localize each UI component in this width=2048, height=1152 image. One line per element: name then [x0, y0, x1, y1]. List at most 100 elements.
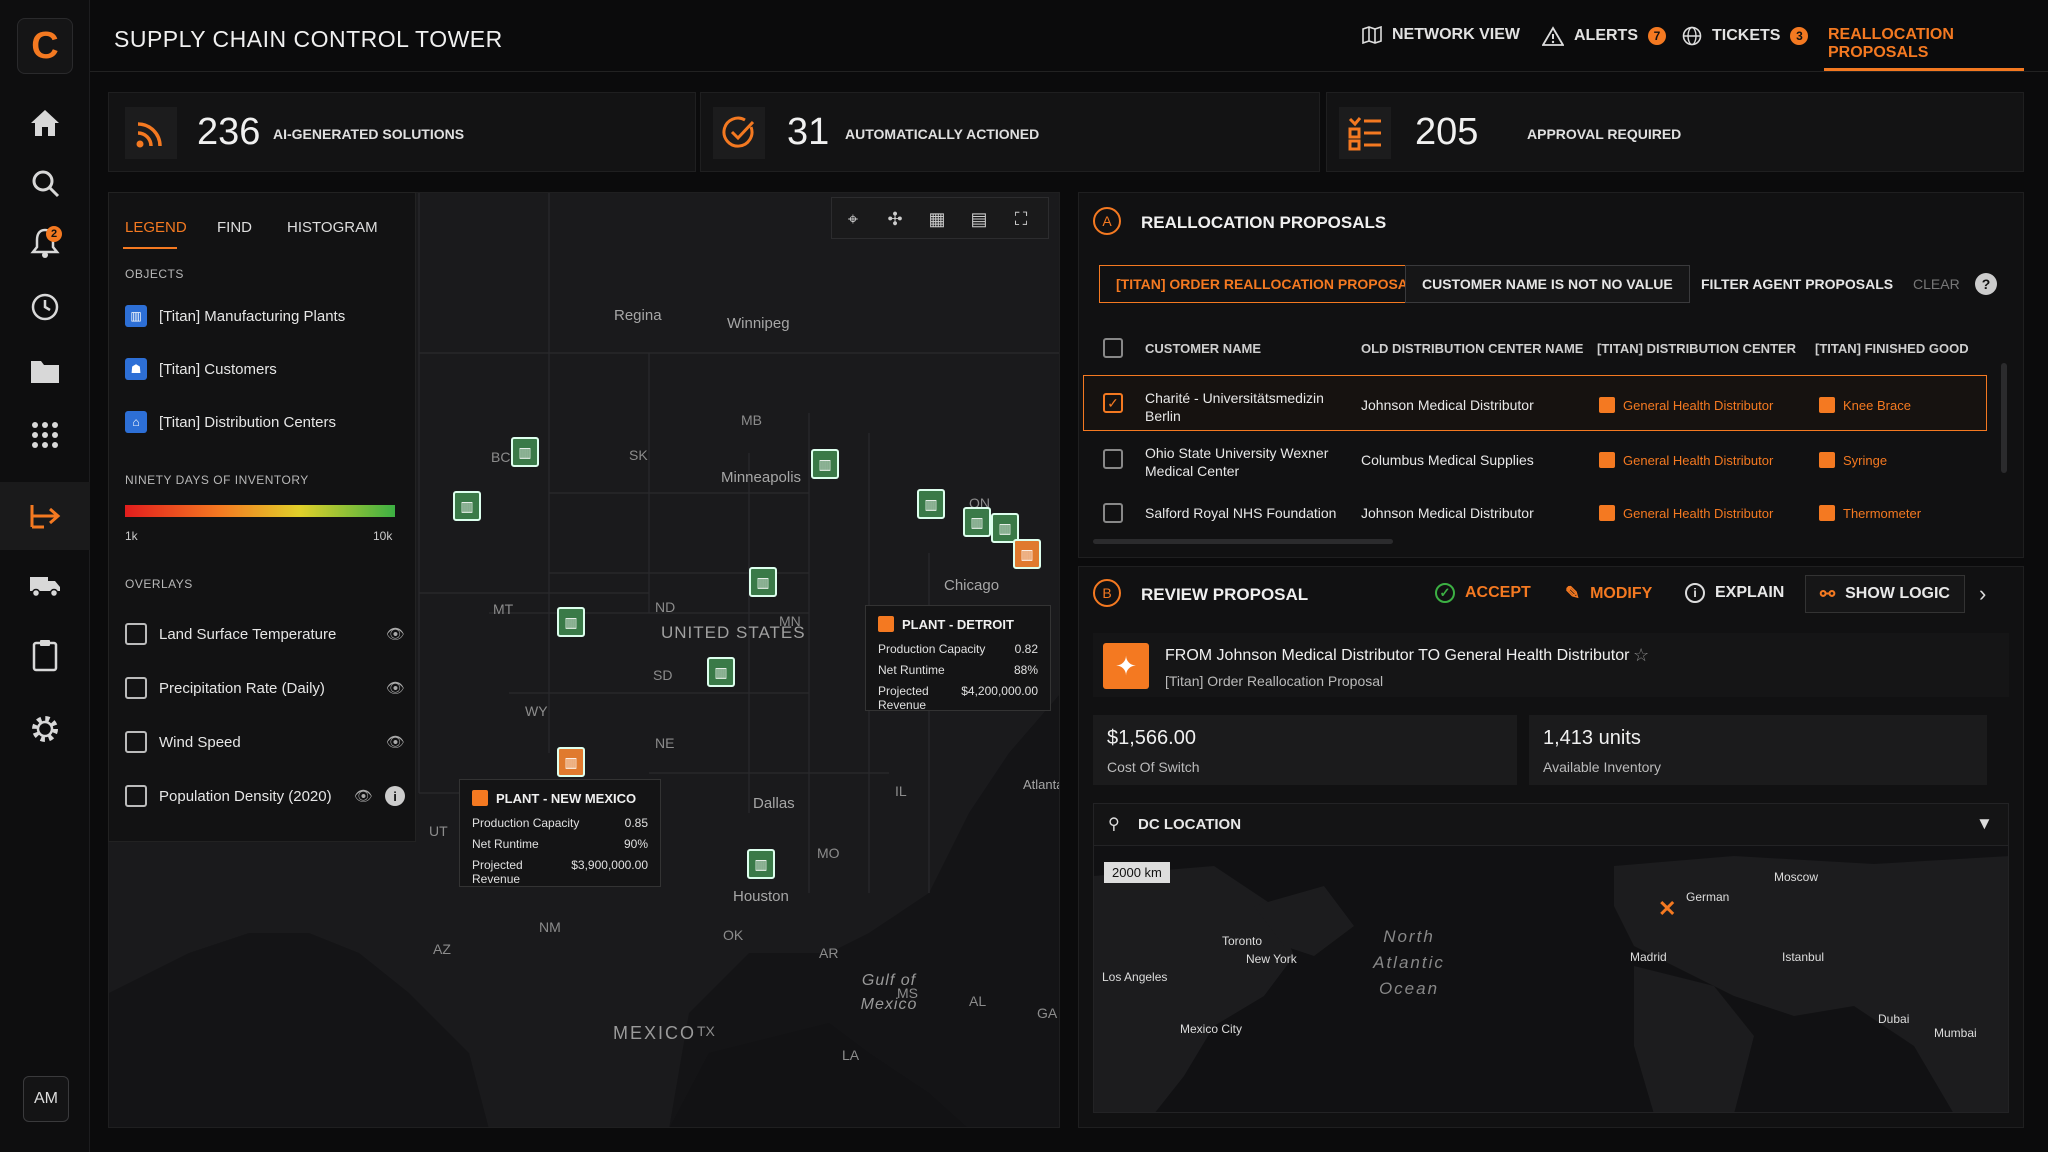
ocean-label: North Atlantic Ocean [1373, 927, 1445, 998]
plant-map-pin[interactable]: ▥ [811, 449, 839, 479]
clipboard-icon[interactable] [20, 630, 70, 680]
help-icon[interactable]: ? [1975, 273, 1997, 295]
plant-map-pin-alert[interactable]: ▥ [557, 747, 585, 777]
fullscreen-icon[interactable]: ⛶ [1000, 198, 1042, 240]
cell-good-link[interactable]: Knee Brace [1819, 397, 1911, 413]
horizontal-scrollbar[interactable] [1093, 539, 1393, 544]
cost-of-switch-card: $1,566.00 Cost Of Switch [1093, 715, 1517, 785]
visibility-eye-icon[interactable]: 👁 [386, 733, 405, 751]
cell-good-link[interactable]: Syringe [1819, 452, 1887, 468]
inventory-section-title: NINETY DAYS OF INVENTORY [125, 473, 309, 487]
plant-map-pin[interactable]: ▥ [963, 507, 991, 537]
nav-alerts[interactable]: ALERTS 7 [1542, 26, 1666, 46]
search-icon[interactable] [20, 158, 70, 208]
plant-map-pin-alert[interactable]: ▥ [1013, 539, 1041, 569]
rss-feed-icon [125, 107, 177, 159]
popup-value: 0.82 [1014, 642, 1038, 656]
app-logo[interactable]: C [17, 18, 73, 74]
notifications-bell-icon[interactable]: 2 [20, 218, 70, 268]
explain-button[interactable]: i EXPLAIN [1685, 583, 1784, 603]
legend-object-customers[interactable]: ☗ [Titan] Customers [125, 358, 277, 380]
column-header[interactable]: [TITAN] FINISHED GOOD [1815, 341, 1969, 356]
nav-network-view[interactable]: NETWORK VIEW [1362, 26, 1520, 44]
map-label: MT [493, 601, 514, 617]
visibility-eye-icon[interactable]: 👁 [386, 625, 405, 643]
plant-map-pin[interactable]: ▥ [557, 607, 585, 637]
tab-find[interactable]: FIND [217, 219, 252, 236]
vertical-scrollbar[interactable] [2001, 363, 2007, 473]
overlay-precipitation[interactable]: Precipitation Rate (Daily) 👁 [125, 677, 405, 699]
settings-gear-icon[interactable] [20, 704, 70, 754]
visibility-eye-icon[interactable]: 👁 [386, 679, 405, 697]
plant-map-pin[interactable]: ▥ [453, 491, 481, 521]
dc-location-marker-icon[interactable]: ✕ [1658, 896, 1676, 922]
place-label: Madrid [1630, 950, 1667, 964]
legend-object-plants[interactable]: ▥ [Titan] Manufacturing Plants [125, 305, 345, 327]
cell-dc-link[interactable]: General Health Distributor [1599, 452, 1773, 468]
crosshair-icon[interactable]: ⌖ [832, 198, 874, 240]
kpi-value: 205 [1415, 111, 1479, 153]
modify-button[interactable]: ✎ MODIFY [1565, 583, 1652, 604]
dc-location-map[interactable]: ⚲ DC LOCATION ▼ 2000 km North Atlantic O… [1093, 803, 2009, 1113]
history-icon[interactable] [20, 282, 70, 332]
plant-detroit-popup: PLANT - DETROIT Production Capacity 0.82 … [865, 605, 1051, 712]
layers-icon[interactable]: ▦ [916, 198, 958, 240]
chevron-right-icon[interactable]: › [1979, 581, 1986, 607]
plant-map-pin[interactable]: ▥ [747, 849, 775, 879]
tab-legend[interactable]: LEGEND [125, 219, 187, 236]
home-icon[interactable] [20, 98, 70, 148]
tab-histogram[interactable]: HISTOGRAM [287, 219, 378, 236]
plant-map-pin[interactable]: ▥ [707, 657, 735, 687]
section-a-icon: A [1093, 207, 1121, 235]
visibility-eye-off-icon[interactable]: 👁 [354, 787, 373, 805]
warehouse-icon: ⌂ [125, 411, 147, 433]
filter-funnel-icon[interactable]: ▼ [1976, 814, 1993, 834]
pencil-icon: ✎ [1565, 583, 1581, 603]
column-header[interactable]: OLD DISTRIBUTION CENTER NAME [1361, 341, 1583, 356]
plant-map-pin[interactable]: ▥ [511, 437, 539, 467]
cell-dc-link[interactable]: General Health Distributor [1599, 397, 1773, 413]
accept-button[interactable]: ✓ ACCEPT [1435, 583, 1531, 603]
show-logic-button[interactable]: ⚯ SHOW LOGIC [1805, 575, 1965, 613]
truck-icon[interactable] [20, 560, 70, 610]
overlay-label: Population Density (2020) [159, 787, 332, 805]
reallocation-flow-icon[interactable] [20, 491, 70, 541]
clear-button[interactable]: CLEAR [1913, 276, 1960, 292]
plant-map-pin[interactable]: ▥ [917, 489, 945, 519]
user-avatar[interactable]: AM [23, 1076, 69, 1122]
select-all-checkbox[interactable] [1103, 338, 1123, 358]
overlay-wind-speed[interactable]: Wind Speed 👁 [125, 731, 405, 753]
map-label: NE [655, 735, 675, 751]
row-checkbox[interactable]: ✓ [1103, 393, 1123, 413]
plant-icon [472, 790, 488, 806]
folder-icon[interactable] [20, 346, 70, 396]
info-icon[interactable]: i [385, 786, 405, 806]
review-title: REVIEW PROPOSAL [1141, 585, 1309, 604]
plant-map-pin[interactable]: ▥ [749, 567, 777, 597]
cell-dc-link[interactable]: General Health Distributor [1599, 505, 1773, 521]
kpi-label: AUTOMATICALLY ACTIONED [845, 126, 1040, 142]
globe-icon [1682, 26, 1702, 46]
filter-agent-proposals-button[interactable]: FILTER AGENT PROPOSALS [1685, 265, 1909, 303]
map-label: MO [817, 845, 840, 861]
legend-object-dcs[interactable]: ⌂ [Titan] Distribution Centers [125, 411, 336, 433]
overlay-population[interactable]: Population Density (2020) 👁 i [125, 785, 405, 807]
column-header[interactable]: CUSTOMER NAME [1145, 341, 1261, 356]
nav-reallocation-proposals[interactable]: REALLOCATION PROPOSALS [1828, 26, 2048, 62]
place-label: Moscow [1774, 870, 1819, 884]
fit-bounds-icon[interactable]: ✣ [874, 198, 916, 240]
filter-chip-order-reallocation[interactable]: [TITAN] ORDER REALLOCATION PROPOSAL [1099, 265, 1434, 303]
row-checkbox[interactable] [1103, 449, 1123, 469]
export-icon[interactable]: ▤ [958, 198, 1000, 240]
filter-chip-customer-name[interactable]: CUSTOMER NAME IS NOT NO VALUE [1405, 265, 1690, 303]
row-checkbox[interactable] [1103, 503, 1123, 523]
cell-good-link[interactable]: Thermometer [1819, 505, 1921, 521]
kpi-ai-solutions: 236 AI-GENERATED SOLUTIONS [108, 92, 696, 172]
nav-tickets[interactable]: TICKETS 3 [1682, 26, 1809, 46]
overlay-land-temp[interactable]: Land Surface Temperature 👁 [125, 623, 405, 645]
apps-grid-icon[interactable] [20, 410, 70, 460]
star-icon[interactable]: ☆ [1633, 645, 1649, 666]
column-header[interactable]: [TITAN] DISTRIBUTION CENTER [1597, 341, 1796, 356]
popup-key: Net Runtime [878, 663, 945, 677]
cost-label: Cost Of Switch [1107, 759, 1200, 775]
